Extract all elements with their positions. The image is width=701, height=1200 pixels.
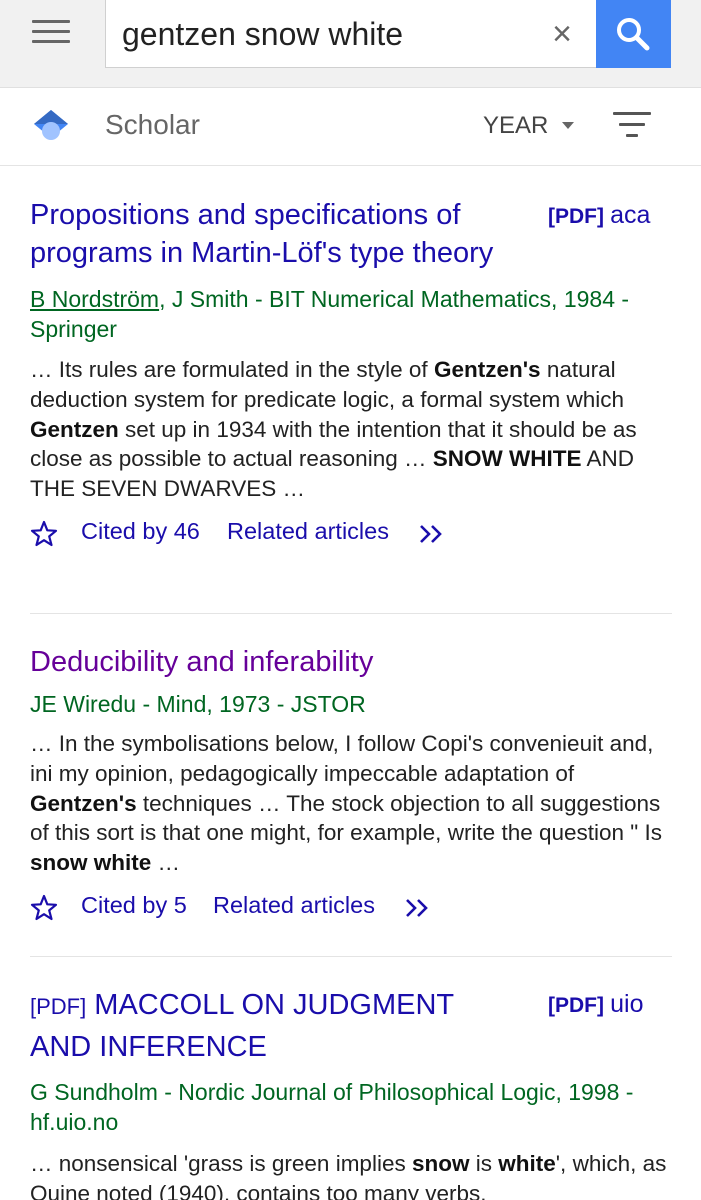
pdf-host: aca [610,201,651,229]
author-meta: G Sundholm - Nordic Journal of Philosoph… [30,1079,634,1135]
menu-line [32,40,70,43]
double-chevron-icon[interactable] [404,897,434,919]
pdf-link[interactable]: [PDF] uio [548,985,666,1025]
pdf-tag: [PDF] [548,994,604,1017]
result-title-link[interactable]: Deducibility and inferability [30,643,630,681]
result-title-link[interactable]: Propositions and specifications of progr… [30,196,520,272]
snippet-highlight: snow [411,1151,470,1176]
snippet-text: is [469,1151,499,1176]
search-input[interactable] [122,12,522,56]
pdf-host: uio [610,990,644,1018]
star-icon[interactable] [30,520,58,548]
result-title-link[interactable]: [PDF] MACCOLL ON JUDGMENT AND INFERENCE [30,985,520,1067]
result-actions: Cited by 46 Related articles [30,518,672,550]
chevron-down-icon[interactable] [562,122,574,129]
title-pdf-prefix: [PDF] [30,994,87,1019]
snippet-text: … Its rules are formulated in the style … [30,357,434,382]
cited-by-link[interactable]: Cited by 46 [81,518,200,545]
result-actions: Cited by 5 Related articles [30,892,672,924]
result-snippet: … Its rules are formulated in the style … [30,355,672,504]
filter-line [626,134,638,137]
scholar-header: Scholar YEAR [0,88,701,166]
divider [30,956,672,957]
snippet-highlight: Gentzen's [433,357,541,382]
scholar-logo-icon [34,110,68,140]
page-title: Scholar [105,109,200,140]
search-result: [PDF] MACCOLL ON JUDGMENT AND INFERENCE … [30,985,672,1200]
related-articles-link[interactable]: Related articles [227,518,389,545]
author-link[interactable]: B Nordström [30,286,159,312]
search-result: Deducibility and inferability JE Wiredu … [30,643,672,924]
snippet-highlight: Gentzen [30,416,119,442]
snippet-highlight: SNOW WHITE [432,446,582,472]
snippet-text: … In the symbolisations below, I follow … [30,731,654,786]
result-title-text: MACCOLL ON JUDGMENT AND INFERENCE [30,989,454,1063]
divider [30,613,672,614]
search-button[interactable] [596,0,671,68]
pdf-link[interactable]: [PDF] aca [548,196,666,236]
search-box: × [105,0,597,68]
author-meta: JE Wiredu - Mind, 1973 - JSTOR [30,691,366,717]
snippet-highlight: Gentzen's [30,790,137,816]
pdf-tag: [PDF] [548,205,604,228]
menu-line [32,20,70,23]
search-bar: × [0,0,701,88]
search-icon [617,18,650,51]
cited-by-link[interactable]: Cited by 5 [81,892,187,919]
year-filter-button[interactable]: YEAR [483,112,548,140]
snippet-text: … [151,850,181,876]
snippet-highlight: snow white [30,850,152,876]
filter-line [619,123,645,126]
snippet-highlight: white [498,1151,556,1176]
filter-icon[interactable] [612,112,652,142]
result-authors: B Nordström, J Smith - BIT Numerical Mat… [30,284,672,344]
double-chevron-icon[interactable] [418,523,448,545]
star-icon[interactable] [30,894,58,922]
search-result: Propositions and specifications of progr… [30,196,672,550]
result-snippet: … nonsensical 'grass is green implies sn… [30,1149,672,1200]
menu-line [32,30,70,33]
clear-search-button[interactable]: × [542,14,582,54]
filter-line [613,112,651,115]
result-snippet: … In the symbolisations below, I follow … [30,729,672,878]
snippet-text: … nonsensical 'grass is green implies [30,1151,412,1176]
related-articles-link[interactable]: Related articles [213,892,375,919]
menu-icon[interactable] [32,20,70,48]
